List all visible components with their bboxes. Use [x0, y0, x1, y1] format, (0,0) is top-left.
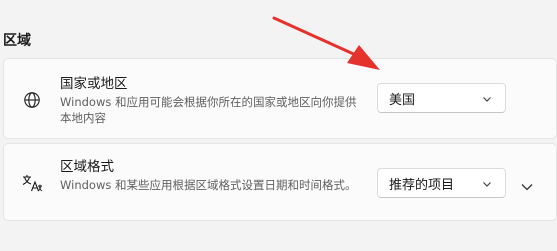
country-dropdown[interactable]: 美国	[377, 83, 506, 113]
language-format-icon	[21, 172, 43, 194]
regional-format-card[interactable]: 区域格式 Windows 和某些应用根据区域格式设置日期和时间格式。 推荐的项目	[3, 143, 557, 221]
format-description: Windows 和某些应用根据区域格式设置日期和时间格式。	[60, 178, 357, 192]
chevron-down-icon	[481, 178, 493, 190]
country-or-region-card: 国家或地区 Windows 和应用可能会根据你所在的国家或地区向你提供本地内容 …	[3, 58, 557, 139]
globe-icon	[21, 89, 43, 111]
expand-chevron-icon[interactable]	[520, 178, 534, 191]
country-description: Windows 和应用可能会根据你所在的国家或地区向你提供本地内容	[60, 95, 357, 125]
section-title: 区域	[3, 33, 31, 49]
chevron-down-icon	[481, 93, 493, 105]
country-title: 国家或地区	[60, 76, 128, 92]
format-dropdown[interactable]: 推荐的项目	[377, 168, 506, 198]
format-title: 区域格式	[60, 159, 114, 175]
